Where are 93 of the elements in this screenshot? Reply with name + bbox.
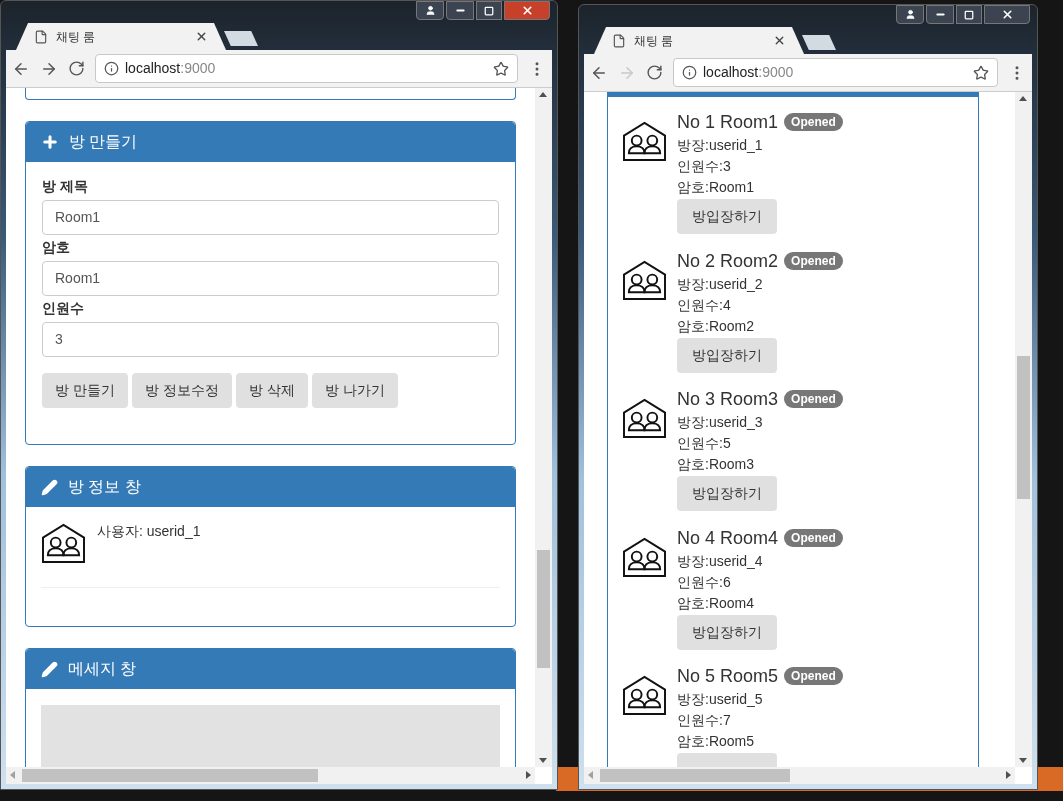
close-tab-icon[interactable] xyxy=(773,34,786,47)
room-members: 인원수:5 xyxy=(677,434,732,453)
scrollbar-thumb[interactable] xyxy=(1017,356,1030,499)
room-members: 인원수:6 xyxy=(677,572,732,592)
page-icon xyxy=(34,29,48,44)
scrollbar-thumb[interactable] xyxy=(22,769,318,782)
field-label: 방 제목 xyxy=(42,177,89,196)
close-tab-icon[interactable] xyxy=(195,30,208,43)
maximize-icon xyxy=(484,5,494,16)
status-badge: Opened xyxy=(784,251,843,270)
room-owner: 방장:userid_4 xyxy=(677,551,764,571)
room-title: No 1 Room1 xyxy=(677,111,779,134)
room-icon xyxy=(622,398,667,439)
minimize-button[interactable] xyxy=(446,1,474,20)
vertical-scrollbar[interactable] xyxy=(1015,92,1032,767)
person-icon xyxy=(424,5,436,16)
room-owner: 방장:userid_1 xyxy=(677,136,764,155)
close-button[interactable] xyxy=(984,5,1030,24)
room-members: 인원수:3 xyxy=(677,157,732,176)
person-icon xyxy=(904,9,916,20)
status-badge: Opened xyxy=(784,667,843,685)
field-label: 인원수 xyxy=(42,299,85,318)
close-icon xyxy=(520,4,534,17)
enter-room-button[interactable]: 방입장하기 xyxy=(677,337,777,373)
action-button[interactable]: 방 삭제 xyxy=(235,373,308,408)
tab-title: 채팅 룸 xyxy=(56,28,97,46)
room-password: 암호:Room4 xyxy=(677,593,756,613)
room-title: No 3 Room3 xyxy=(677,388,779,411)
profile-button[interactable] xyxy=(416,1,444,20)
enter-room-button[interactable]: 방입장하기 xyxy=(677,476,777,511)
room-icon xyxy=(622,259,667,301)
room-icon xyxy=(41,523,86,564)
room-password: 암호:Room2 xyxy=(677,316,756,336)
scrollbar-thumb[interactable] xyxy=(537,550,550,668)
status-badge: Opened xyxy=(784,528,843,547)
room-password: 암호:Room1 xyxy=(677,178,756,197)
pencil-icon xyxy=(41,478,58,496)
room-icon xyxy=(622,675,667,716)
url-text: localhost:9000 xyxy=(703,63,795,82)
maximize-icon xyxy=(964,9,974,20)
input-field[interactable]: 3 xyxy=(42,322,499,357)
room-password: 암호:Room3 xyxy=(677,455,756,474)
new-tab-button[interactable] xyxy=(224,31,258,46)
room-title: No 5 Room5 xyxy=(677,665,779,688)
panel-title: 방 만들기 xyxy=(69,132,138,152)
browser-tab[interactable]: 채팅 룸 xyxy=(594,27,804,54)
room-password: 암호:Room5 xyxy=(677,732,756,751)
status-badge: Opened xyxy=(784,113,843,131)
close-icon xyxy=(1000,8,1014,21)
enter-room-button[interactable]: 방입장하기 xyxy=(677,614,777,650)
address-bar[interactable]: localhost:9000 xyxy=(673,58,998,87)
room-title: No 2 Room2 xyxy=(677,249,779,273)
tab-title: 채팅 룸 xyxy=(634,32,675,50)
field-label: 암호 xyxy=(42,238,71,257)
enter-room-button[interactable]: 방입장하기 xyxy=(677,199,777,234)
input-field[interactable]: Room1 xyxy=(42,261,499,296)
reload-icon[interactable] xyxy=(646,64,663,81)
panel-title: 방 정보 창 xyxy=(68,477,141,497)
room-owner: 방장:userid_3 xyxy=(677,413,764,432)
room-owner: 방장:userid_5 xyxy=(677,690,764,709)
vertical-scrollbar[interactable] xyxy=(535,88,552,767)
url-text: localhost:9000 xyxy=(125,59,217,78)
browser-tab[interactable]: 채팅 룸 xyxy=(16,23,226,50)
status-badge: Opened xyxy=(784,390,843,408)
input-field[interactable]: Room1 xyxy=(42,200,499,235)
info-icon xyxy=(104,61,119,76)
horizontal-scrollbar[interactable] xyxy=(584,767,1015,784)
bookmark-star-icon[interactable] xyxy=(493,60,509,77)
panel-title: 메세지 창 xyxy=(68,659,137,679)
pencil-icon xyxy=(41,660,58,678)
page-icon xyxy=(612,33,626,48)
address-bar[interactable]: localhost:9000 xyxy=(95,54,518,83)
plus-icon xyxy=(41,133,59,151)
new-tab-button[interactable] xyxy=(802,35,836,50)
action-button[interactable]: 방 만들기 xyxy=(42,373,128,408)
info-icon xyxy=(682,65,697,80)
room-members: 인원수:7 xyxy=(677,711,732,730)
room-members: 인원수:4 xyxy=(677,295,732,315)
reload-icon[interactable] xyxy=(68,60,85,77)
room-owner: 방장:userid_2 xyxy=(677,274,764,294)
maximize-button[interactable] xyxy=(476,1,502,20)
maximize-button[interactable] xyxy=(956,5,982,24)
action-button[interactable]: 방 나가기 xyxy=(311,373,398,408)
bookmark-star-icon[interactable] xyxy=(973,64,989,81)
room-title: No 4 Room4 xyxy=(677,526,779,550)
room-icon xyxy=(622,536,667,578)
action-button[interactable]: 방 정보수정 xyxy=(131,373,232,408)
minimize-button[interactable] xyxy=(926,5,954,24)
scrollbar-thumb[interactable] xyxy=(600,769,790,782)
profile-button[interactable] xyxy=(896,5,924,24)
user-text: 사용자: userid_1 xyxy=(97,522,201,541)
horizontal-scrollbar[interactable] xyxy=(6,767,535,784)
room-icon xyxy=(622,121,667,162)
